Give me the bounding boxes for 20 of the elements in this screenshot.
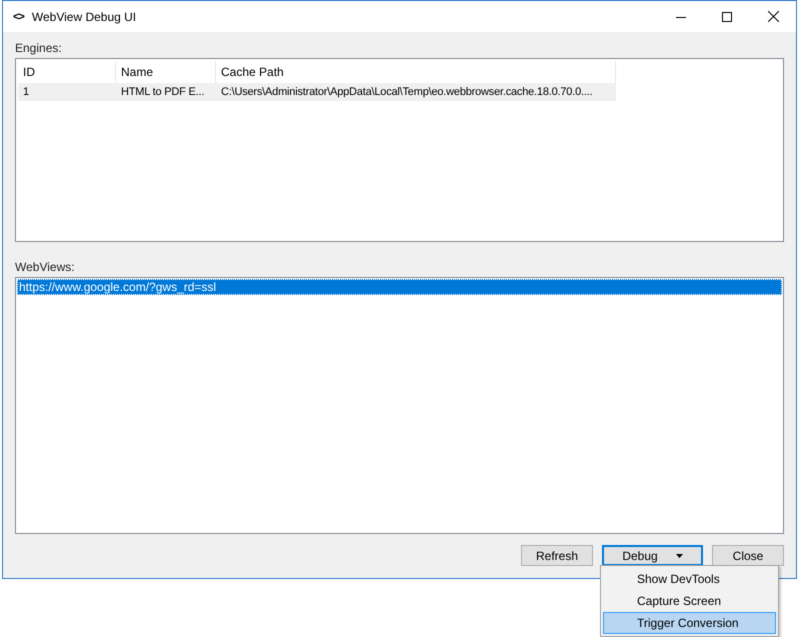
engines-label: Engines: [15, 40, 63, 56]
webviews-label: WebViews: [15, 259, 76, 275]
engine-row[interactable]: 1 HTML to PDF E... C:\Users\Administrator\AppData\Local\Temp\eo.webbrowser.cache.18.0.70.0.... [18, 83, 616, 101]
table-cell-text: HTML to PDF E... [120, 85, 206, 100]
menu-item[interactable]: Show DevTools [603, 568, 776, 590]
button[interactable]: Refresh [521, 545, 593, 566]
maximize-icon[interactable] [722, 12, 732, 22]
window-icon: <> [13, 10, 24, 22]
menu-item[interactable]: Capture Screen [603, 590, 776, 612]
close-icon[interactable] [768, 11, 778, 22]
table-cell-text: C:\Users\Administrator\AppData\Local\Temp\eo.webbrowser.cache.18.0.70.0.... [220, 85, 594, 100]
caret-icon [676, 554, 683, 558]
webview-item[interactable]: https://www.google.com/?gws_rd=ssl [17, 279, 782, 295]
window-title: WebView Debug UI [32, 10, 138, 24]
webviews-list[interactable]: https://www.google.com/?gws_rd=ssl [15, 277, 784, 534]
debug-split-button[interactable]: Debug [602, 545, 703, 566]
table-cell-text: 1 [22, 85, 30, 100]
engines-list[interactable]: ID Name Cache Path 1 HTML to PDF E... C:\Users\Administrator\AppData\Local\Temp\eo.webbrowser.cache.18.0.70.0.... [15, 58, 784, 242]
menu-item[interactable]: Trigger Conversion [603, 612, 776, 634]
button[interactable]: Close [712, 545, 784, 566]
